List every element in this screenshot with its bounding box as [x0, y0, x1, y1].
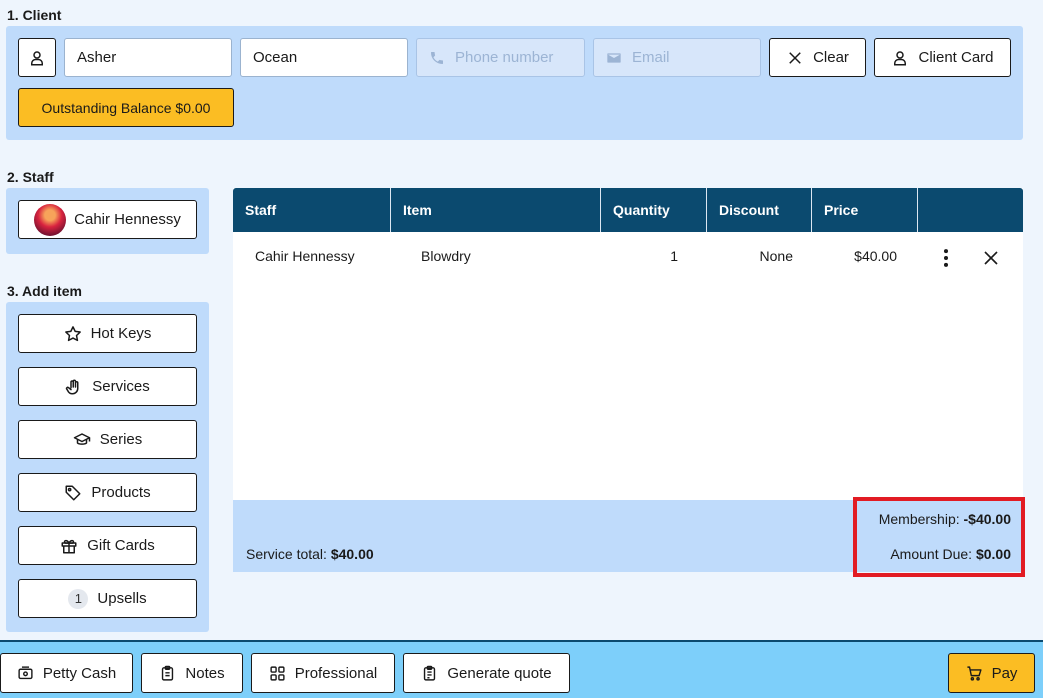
clear-button[interactable]: Clear	[769, 38, 866, 77]
star-icon	[64, 325, 81, 341]
membership-total: Membership: -$40.00	[879, 511, 1011, 527]
hot-keys-button[interactable]: Hot Keys	[18, 314, 197, 353]
phone-placeholder: Phone number	[455, 49, 554, 66]
last-name-field[interactable]: Ocean	[240, 38, 408, 77]
pay-label: Pay	[991, 664, 1018, 682]
series-button[interactable]: Series	[18, 420, 197, 459]
column-header-staff: Staff	[233, 188, 391, 232]
staff-name: Cahir Hennessy	[74, 211, 181, 228]
professional-button[interactable]: Professional	[251, 653, 395, 693]
cash-register-icon	[18, 665, 33, 679]
last-name-value: Ocean	[253, 49, 298, 66]
bottom-action-bar: Petty Cash Notes Professional Generate q…	[0, 640, 1043, 698]
hand-icon	[66, 379, 79, 394]
user-icon	[894, 50, 907, 65]
clear-label: Clear	[813, 49, 849, 66]
membership-label: Membership:	[878, 511, 960, 527]
generate-quote-button[interactable]: Generate quote	[403, 653, 570, 693]
row-item: Blowdry	[421, 248, 471, 264]
column-header-actions	[918, 188, 1023, 232]
tag-icon	[65, 485, 81, 500]
graduation-cap-icon	[73, 432, 90, 445]
upsells-count-badge: 1	[68, 588, 89, 609]
totals-highlight: Membership: -$40.00 Amount Due: $0.00	[853, 497, 1025, 577]
service-total-label: Service total:	[246, 546, 327, 562]
staff-section-label: 2. Staff	[7, 169, 54, 185]
upsells-label: Upsells	[97, 590, 147, 607]
amount-due-value: $0.00	[975, 546, 1011, 562]
column-header-item: Item	[391, 188, 601, 232]
service-total: Service total: $40.00	[246, 546, 374, 562]
row-staff: Cahir Hennessy	[255, 248, 355, 264]
more-vertical-icon[interactable]	[935, 247, 957, 269]
add-item-section-label: 3. Add item	[7, 283, 82, 299]
column-header-discount: Discount	[707, 188, 812, 232]
phone-field[interactable]: Phone number	[416, 38, 585, 77]
notes-label: Notes	[185, 664, 225, 682]
staff-select-button[interactable]: Cahir Hennessy	[18, 200, 197, 239]
notes-button[interactable]: Notes	[141, 653, 243, 693]
first-name-value: Asher	[77, 49, 117, 66]
table-header: Staff Item Quantity Discount Price	[233, 188, 1023, 232]
membership-value: -$40.00	[963, 511, 1011, 527]
upsells-button[interactable]: 1 Upsells	[18, 579, 197, 618]
phone-icon	[431, 51, 443, 64]
petty-cash-button[interactable]: Petty Cash	[0, 653, 133, 693]
row-quantity: 1	[670, 248, 678, 264]
gift-cards-button[interactable]: Gift Cards	[18, 526, 197, 565]
generate-quote-label: Generate quote	[447, 664, 552, 682]
services-label: Services	[92, 378, 150, 395]
close-icon	[789, 51, 801, 64]
row-discount: None	[759, 248, 793, 264]
products-label: Products	[91, 484, 151, 501]
grid-icon	[270, 665, 285, 681]
column-header-quantity: Quantity	[601, 188, 707, 232]
cart-icon	[966, 665, 982, 681]
amount-due: Amount Due: $0.00	[890, 546, 1011, 562]
pay-button[interactable]: Pay	[948, 653, 1035, 693]
client-profile-button[interactable]	[18, 38, 56, 77]
row-price: $40.00	[854, 248, 897, 264]
clipboard-list-icon	[424, 665, 436, 681]
remove-item-icon[interactable]	[982, 249, 1000, 267]
amount-due-label: Amount Due:	[890, 546, 973, 562]
client-card-label: Client Card	[918, 49, 994, 66]
user-icon	[31, 50, 43, 65]
outstanding-balance-button[interactable]: Outstanding Balance $0.00	[18, 88, 234, 127]
products-button[interactable]: Products	[18, 473, 197, 512]
client-card-button[interactable]: Client Card	[874, 38, 1011, 77]
mail-icon	[607, 52, 621, 63]
email-placeholder: Email	[632, 49, 670, 66]
email-field[interactable]: Email	[593, 38, 761, 77]
client-section-label: 1. Client	[7, 7, 62, 23]
series-label: Series	[99, 431, 143, 448]
gift-cards-label: Gift Cards	[87, 537, 155, 554]
first-name-field[interactable]: Asher	[64, 38, 232, 77]
petty-cash-label: Petty Cash	[42, 664, 117, 682]
service-total-value: $40.00	[330, 546, 374, 562]
staff-avatar	[34, 203, 67, 236]
clipboard-icon	[162, 665, 174, 681]
column-header-price: Price	[812, 188, 918, 232]
hot-keys-label: Hot Keys	[90, 325, 152, 342]
gift-icon	[61, 539, 77, 553]
professional-label: Professional	[294, 664, 378, 682]
services-button[interactable]: Services	[18, 367, 197, 406]
